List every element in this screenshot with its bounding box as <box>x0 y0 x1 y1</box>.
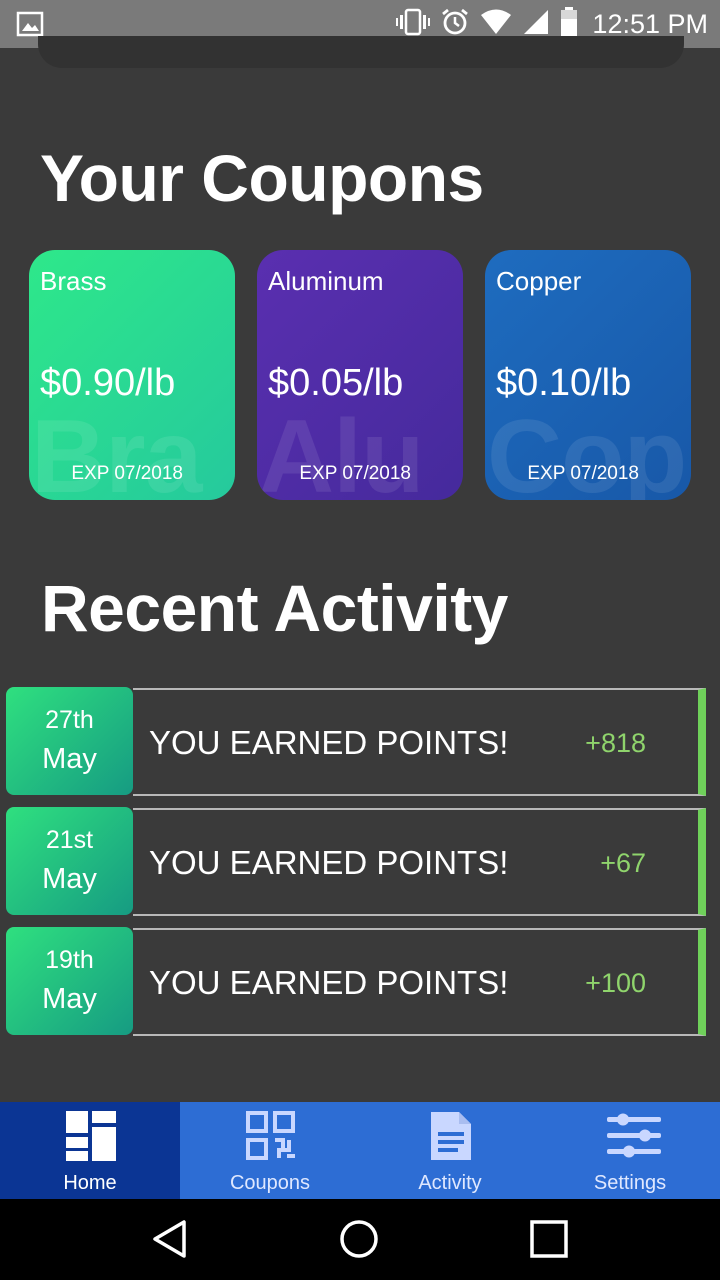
recents-square-icon[interactable] <box>527 1217 571 1261</box>
coupon-price: $0.10/lb <box>496 362 632 404</box>
coupon-name: Aluminum <box>268 266 384 296</box>
activity-day: 27th <box>45 706 94 734</box>
activity-text: YOU EARNED POINTS! <box>149 964 509 1001</box>
nav-label: Coupons <box>229 1172 311 1194</box>
coupon-card[interactable]: Cop Copper $0.10/lb EXP 07/2018 <box>485 250 691 500</box>
activity-points: +100 <box>585 968 646 998</box>
activity-date: 21st May <box>6 807 133 915</box>
status-time: 12:51 PM <box>592 8 708 39</box>
previous-card-bottom <box>38 36 684 68</box>
activity-points: +818 <box>585 728 646 758</box>
activity-date: 19th May <box>6 927 133 1035</box>
activity-body: YOU EARNED POINTS! +67 <box>133 808 706 916</box>
coupon-name: Brass <box>40 266 107 296</box>
coupon-name: Copper <box>496 266 582 296</box>
activity-text: YOU EARNED POINTS! <box>149 844 509 881</box>
activity-body: YOU EARNED POINTS! +100 <box>133 928 706 1036</box>
activity-title: Recent Activity <box>41 571 508 645</box>
coupon-expiry: EXP 07/2018 <box>71 463 183 484</box>
nav-item-coupons[interactable]: Coupons <box>180 1102 360 1199</box>
nav-label: Activity <box>418 1172 482 1194</box>
coupon-expiry: EXP 07/2018 <box>299 463 411 484</box>
nav-item-settings[interactable]: Settings <box>540 1102 720 1199</box>
activity-row[interactable]: 27th May YOU EARNED POINTS! +818 <box>6 687 710 796</box>
back-icon[interactable] <box>148 1217 192 1261</box>
activity-day: 19th <box>45 946 94 974</box>
activity-date: 27th May <box>6 687 133 795</box>
home-circle-icon[interactable] <box>337 1217 381 1261</box>
bottom-nav: Home Coupons Activity Settings <box>0 1102 720 1199</box>
coupon-card[interactable]: Bra Brass $0.90/lb EXP 07/2018 <box>29 250 235 500</box>
nav-item-activity[interactable]: Activity <box>360 1102 540 1199</box>
home-grid-icon <box>65 1110 117 1162</box>
nav-item-home[interactable]: Home <box>0 1102 180 1199</box>
activity-row[interactable]: 21st May YOU EARNED POINTS! +67 <box>6 807 710 916</box>
activity-row[interactable]: 19th May YOU EARNED POINTS! +100 <box>6 927 710 1036</box>
activity-month: May <box>42 983 97 1015</box>
document-icon <box>425 1110 477 1162</box>
system-nav-bar <box>0 1199 720 1280</box>
coupon-price: $0.90/lb <box>40 362 176 404</box>
nav-label: Home <box>63 1172 117 1194</box>
qr-code-icon <box>245 1110 297 1162</box>
coupon-expiry: EXP 07/2018 <box>527 463 639 484</box>
activity-month: May <box>42 863 97 895</box>
sliders-icon <box>605 1110 661 1162</box>
activity-body: YOU EARNED POINTS! +818 <box>133 688 706 796</box>
activity-text: YOU EARNED POINTS! <box>149 724 509 761</box>
coupon-price: $0.05/lb <box>268 362 404 404</box>
coupons-title: Your Coupons <box>40 141 484 215</box>
activity-points: +67 <box>600 848 646 878</box>
activity-day: 21st <box>45 826 94 854</box>
coupon-card[interactable]: Alu Aluminum $0.05/lb EXP 07/2018 <box>257 250 463 500</box>
activity-month: May <box>42 743 97 775</box>
nav-label: Settings <box>593 1172 667 1194</box>
